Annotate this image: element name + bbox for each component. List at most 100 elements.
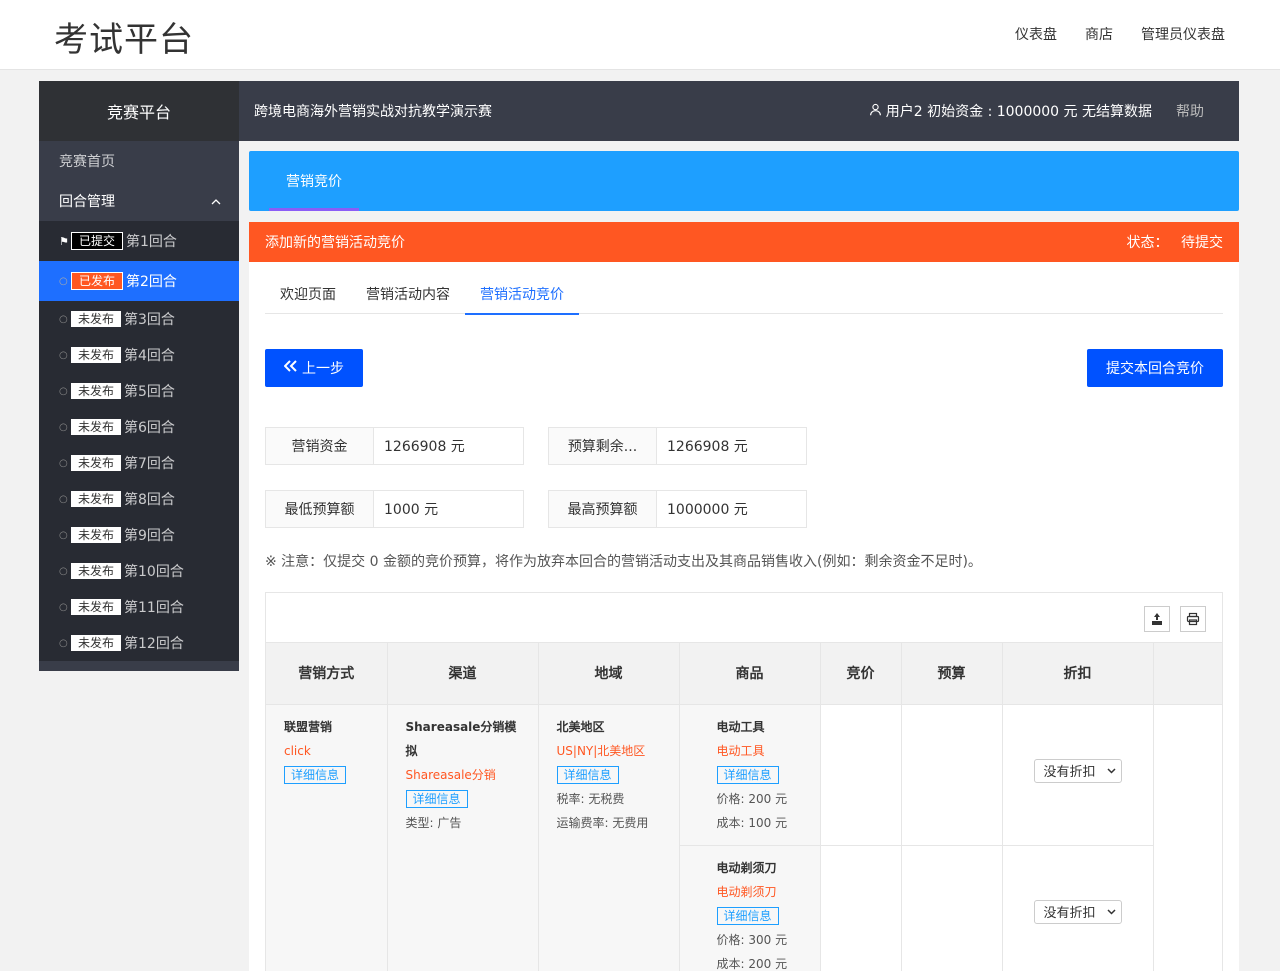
field-label: 预算剩余... <box>549 428 657 464</box>
round-item-2[interactable]: ○ 已发布 第2回合 <box>39 261 239 301</box>
product-cell: 电动剃须刀 电动剃须刀 详细信息 价格: 300 元 成本: 200 元 <box>679 845 821 971</box>
circle-icon: ○ <box>59 637 68 649</box>
detail-button[interactable]: 详细信息 <box>284 765 347 784</box>
column-header: 预算 <box>901 643 1003 705</box>
flag-icon: ⚑ <box>59 234 69 248</box>
user-info[interactable]: 用户2 初始资金 : 1000000 元 无结算数据 <box>869 101 1152 121</box>
product-price: 价格: 200 元 <box>716 791 788 806</box>
field-value: 1000000 元 <box>667 502 748 518</box>
bid-cell[interactable] <box>820 704 902 846</box>
column-header: 地域 <box>538 643 680 705</box>
status-badge: 未发布 <box>71 599 122 615</box>
round-label: 第10回合 <box>124 564 184 580</box>
nav-shop[interactable]: 商店 <box>1085 24 1113 44</box>
method-name: 联盟营销 <box>284 719 333 734</box>
round-label: 第1回合 <box>126 234 177 250</box>
budget-cell[interactable] <box>901 704 1003 846</box>
nav-dashboard[interactable]: 仪表盘 <box>1015 24 1057 44</box>
round-item-3[interactable]: ○ 未发布 第3回合 <box>39 301 239 337</box>
round-list: ⚑ 已提交 第1回合 ○ 已发布 第2回合 ○ 未发布 第3回合 ○ 未发布 第4回合 … <box>39 221 239 661</box>
sidebar-group-rounds[interactable]: 回合管理 <box>39 181 239 221</box>
chevron-down-icon <box>1106 904 1116 919</box>
round-item-12[interactable]: ○ 未发布 第12回合 <box>39 625 239 661</box>
submit-round-bid-button[interactable]: 提交本回合竞价 <box>1087 349 1223 387</box>
discount-value: 没有折扣 <box>1043 765 1096 780</box>
brand-title: 考试平台 <box>54 20 194 60</box>
circle-icon: ○ <box>59 565 68 577</box>
round-item-1[interactable]: ⚑ 已提交 第1回合 <box>39 221 239 261</box>
tab-activity-content[interactable]: 营销活动内容 <box>351 274 465 314</box>
double-chevron-left-icon <box>283 360 298 376</box>
channel-name: Shareasale分销模拟 <box>405 719 517 758</box>
round-label: 第11回合 <box>124 600 184 616</box>
field-marketing-funds: 营销资金 1266908 元 <box>265 427 524 465</box>
status-badge: 未发布 <box>71 635 122 651</box>
field-remaining-budget: 预算剩余... 1266908 元 <box>548 427 807 465</box>
tab-marketing-bid[interactable]: 营销竞价 <box>269 151 359 211</box>
contest-bar: 竞赛平台 跨境电商海外营销实战对抗教学演示赛 用户2 初始资金 : 100000… <box>39 81 1239 141</box>
contest-name: 跨境电商海外营销实战对抗教学演示赛 <box>254 104 492 120</box>
status-badge: 已发布 <box>71 272 124 290</box>
tab-activity-bid[interactable]: 营销活动竞价 <box>465 274 579 315</box>
sidebar-group-label: 回合管理 <box>59 194 115 210</box>
chevron-up-icon <box>211 193 221 209</box>
round-item-11[interactable]: ○ 未发布 第11回合 <box>39 589 239 625</box>
channel-type: 类型: 广告 <box>405 815 462 830</box>
status-badge: 未发布 <box>71 347 122 363</box>
circle-icon: ○ <box>59 275 68 287</box>
discount-cell: 没有折扣 <box>1002 845 1154 971</box>
bid-cell[interactable] <box>820 845 902 971</box>
column-header-empty <box>1153 643 1223 705</box>
round-item-9[interactable]: ○ 未发布 第9回合 <box>39 517 239 553</box>
method-sub: click <box>284 743 311 758</box>
field-max-budget: 最高预算额 1000000 元 <box>548 490 807 528</box>
round-item-7[interactable]: ○ 未发布 第7回合 <box>39 445 239 481</box>
discount-select[interactable]: 没有折扣 <box>1033 758 1122 783</box>
product-sub: 电动工具 <box>716 743 765 758</box>
circle-icon: ○ <box>59 313 68 325</box>
help-link[interactable]: 帮助 <box>1176 101 1204 121</box>
round-item-8[interactable]: ○ 未发布 第8回合 <box>39 481 239 517</box>
status-badge: 未发布 <box>71 419 122 435</box>
empty-cell <box>1153 704 1223 971</box>
table-toolbar <box>266 593 1222 643</box>
product-cost: 成本: 100 元 <box>716 815 788 830</box>
round-label: 第3回合 <box>124 312 175 328</box>
sidebar-item-home[interactable]: 竞赛首页 <box>39 141 239 181</box>
print-icon[interactable] <box>1180 606 1206 632</box>
detail-button[interactable]: 详细信息 <box>405 789 468 808</box>
product-price: 价格: 300 元 <box>716 932 788 947</box>
round-label: 第5回合 <box>124 384 175 400</box>
notice-text: ※ 注意：仅提交 0 金额的竞价预算，将作为放弃本回合的营销活动支出及其商品销售… <box>265 554 982 570</box>
bid-table: 营销方式 渠道 地域 商品 竞价 预算 折扣 联盟营销 click 详细信息 S… <box>266 643 1223 971</box>
detail-button[interactable]: 详细信息 <box>556 765 619 784</box>
round-item-6[interactable]: ○ 未发布 第6回合 <box>39 409 239 445</box>
round-item-10[interactable]: ○ 未发布 第10回合 <box>39 553 239 589</box>
column-header: 营销方式 <box>266 643 388 705</box>
discount-select[interactable]: 没有折扣 <box>1033 899 1122 924</box>
column-header: 折扣 <box>1002 643 1154 705</box>
column-header: 商品 <box>679 643 821 705</box>
field-label: 营销资金 <box>266 428 374 464</box>
detail-button[interactable]: 详细信息 <box>716 765 779 784</box>
circle-icon: ○ <box>59 493 68 505</box>
round-item-5[interactable]: ○ 未发布 第5回合 <box>39 373 239 409</box>
user-info-text: 用户2 初始资金 : 1000000 元 无结算数据 <box>885 104 1152 120</box>
field-value: 1000 元 <box>384 502 439 518</box>
circle-icon: ○ <box>59 421 68 433</box>
contest-logo[interactable]: 竞赛平台 <box>39 81 239 141</box>
status-badge: 未发布 <box>71 527 122 543</box>
prev-step-button[interactable]: 上一步 <box>265 349 363 387</box>
channel-cell: Shareasale分销模拟 Shareasale分销 详细信息 类型: 广告 <box>387 704 539 971</box>
region-name: 北美地区 <box>556 719 605 734</box>
product-name: 电动工具 <box>716 719 765 734</box>
status: 状态： 待提交 <box>1127 232 1223 252</box>
nav-admin-dashboard[interactable]: 管理员仪表盘 <box>1141 24 1225 44</box>
budget-cell[interactable] <box>901 845 1003 971</box>
detail-button[interactable]: 详细信息 <box>716 906 779 925</box>
tab-welcome[interactable]: 欢迎页面 <box>265 274 351 314</box>
sidebar: 竞赛首页 回合管理 ⚑ 已提交 第1回合 ○ 已发布 第2回合 ○ 未发布 第3回合… <box>39 141 239 671</box>
export-icon[interactable] <box>1144 606 1170 632</box>
round-label: 第6回合 <box>124 420 175 436</box>
round-item-4[interactable]: ○ 未发布 第4回合 <box>39 337 239 373</box>
